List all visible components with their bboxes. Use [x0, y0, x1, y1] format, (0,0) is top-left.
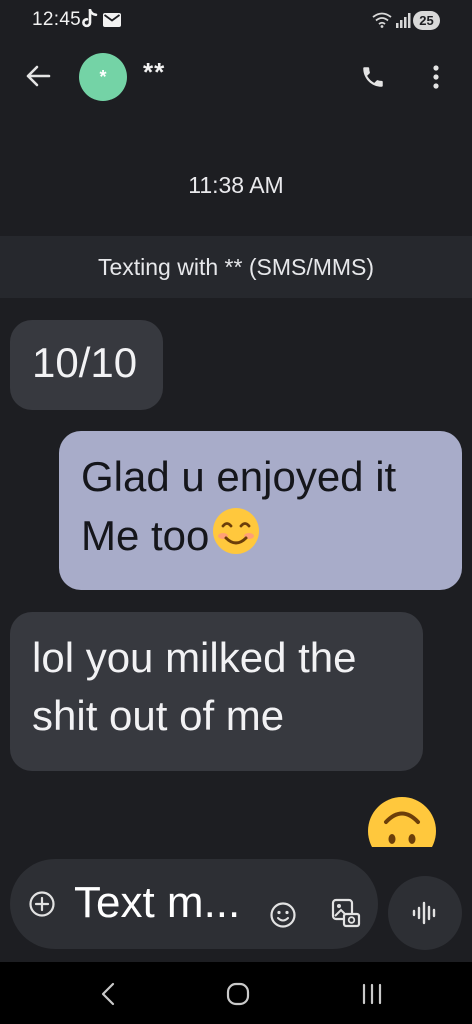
incoming-message-bubble[interactable]: 10/10	[10, 320, 163, 410]
compose-bar	[10, 859, 378, 949]
message-timestamp: 11:38 AM	[188, 172, 284, 198]
gallery-icon	[331, 898, 361, 928]
voice-message-button[interactable]	[388, 876, 462, 950]
conversation-header: * **	[0, 42, 472, 114]
nav-recents-icon	[362, 983, 382, 1005]
contact-name[interactable]: **	[143, 57, 165, 88]
wifi-icon	[372, 12, 392, 33]
texting-with-banner: Texting with ** (SMS/MMS)	[0, 236, 472, 298]
navigation-bar	[0, 962, 472, 1024]
add-attachment-button[interactable]	[28, 890, 56, 918]
messages-screen: 12:45 25 * ** 11:38 AM Texting with ** (…	[0, 0, 472, 1024]
message-text: 10/10	[32, 339, 138, 386]
message-input[interactable]	[74, 873, 264, 933]
nav-home-button[interactable]	[214, 976, 262, 1012]
upside-down-face-icon[interactable]	[366, 795, 438, 847]
nav-recents-button[interactable]	[348, 976, 396, 1012]
signal-icon	[395, 12, 413, 33]
outgoing-message-bubble[interactable]: Glad u enjoyed it Me too	[59, 431, 462, 590]
emoji-button[interactable]	[269, 901, 297, 929]
status-time: 12:45	[32, 9, 82, 30]
more-vert-icon	[433, 65, 439, 89]
smiling-face-icon	[211, 506, 261, 571]
nav-back-icon	[101, 982, 115, 1006]
battery-indicator: 25	[413, 11, 440, 30]
message-text: lol you milked the	[32, 634, 357, 681]
phone-icon	[363, 67, 383, 87]
nav-back-button[interactable]	[84, 976, 132, 1012]
message-text: Glad u enjoyed it	[81, 453, 397, 500]
mail-icon	[103, 13, 121, 32]
voice-waveform-icon	[412, 901, 436, 925]
add-circle-icon	[29, 891, 55, 917]
back-button[interactable]	[18, 56, 58, 96]
call-button[interactable]	[353, 57, 393, 97]
message-text: shit out of me	[32, 692, 285, 739]
nav-home-icon	[226, 982, 250, 1006]
incoming-message-bubble[interactable]: lol you milked the shit out of me	[10, 612, 423, 771]
emoji-icon	[270, 902, 296, 928]
gallery-button[interactable]	[330, 897, 362, 929]
contact-avatar[interactable]: *	[79, 53, 127, 101]
message-text: Me too	[81, 512, 210, 559]
more-options-button[interactable]	[418, 57, 454, 97]
tiktok-icon	[82, 8, 98, 34]
status-bar: 12:45 25	[0, 0, 472, 42]
back-arrow-icon	[26, 65, 51, 87]
